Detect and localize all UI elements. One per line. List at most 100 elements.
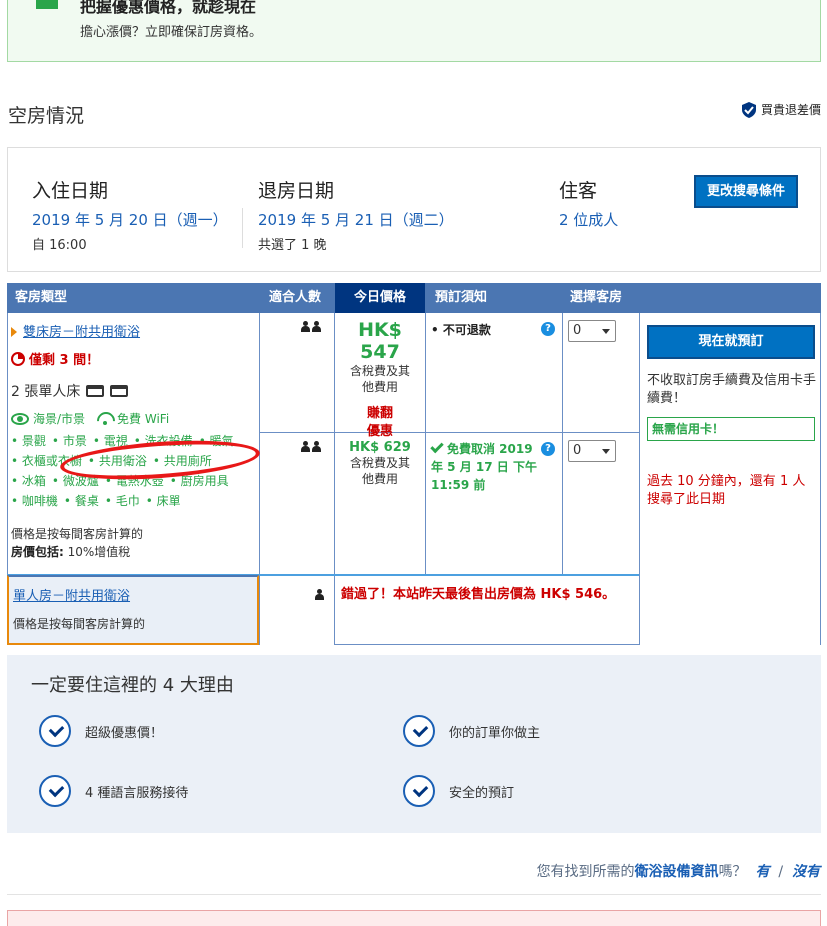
header-select-rooms: 選擇客房 [570, 290, 623, 305]
chevron-down-icon [602, 329, 610, 334]
option1-price: HK$ 547 [358, 319, 402, 363]
help-icon[interactable]: ? [541, 322, 555, 336]
check-circle-icon [39, 775, 71, 807]
feedback-topic: 衛浴設備資訊 [634, 864, 719, 880]
room2-name-link[interactable]: 單人房－附共用衛浴 [13, 585, 130, 604]
checkout-label: 退房日期 [258, 180, 335, 202]
wifi-icon [97, 412, 113, 426]
reasons-title: 一定要住這裡的 4 大理由 [31, 675, 234, 696]
includes-label: 房價包括: [11, 545, 64, 559]
bed-count: 2 張單人床 [11, 384, 81, 400]
check-circle-icon [403, 775, 435, 807]
check-circle-icon [39, 715, 71, 747]
option2-qty: 0 [573, 443, 582, 458]
capacity-icons [301, 321, 321, 332]
guests-value[interactable]: 2 位成人 [559, 209, 618, 230]
feedback-yes-link[interactable]: 有 [755, 864, 769, 880]
modify-search-button[interactable]: 更改搜尋條件 [694, 175, 798, 208]
checkin-date[interactable]: 2019 年 5 月 20 日（週一） [32, 209, 228, 230]
chevron-down-icon [602, 449, 610, 454]
amenity: 廚房用具 [170, 474, 229, 488]
option2-room-select[interactable]: 0 [568, 440, 616, 462]
checkin-label: 入住日期 [32, 180, 109, 202]
option2-policy: 免費取消 2019 年 5 月 17 日 下午11:59 前 [430, 439, 543, 494]
person-icon [312, 441, 321, 452]
amenity: 共用廁所 [153, 454, 212, 468]
expand-arrow-icon [11, 326, 17, 337]
table-header: 客房類型 適合人數 今日價格 預訂須知 選擇客房 [7, 283, 821, 313]
includes-value: 10%增值稅 [63, 545, 131, 559]
reason-item: 安全的預訂 [403, 775, 514, 807]
amenity: 餐桌 [64, 494, 99, 508]
availability-title: 空房情況 [8, 105, 85, 127]
amenity: 洗衣設備 [134, 434, 193, 448]
guests-label: 住客 [559, 180, 598, 202]
price-match-label: 買貴退差價 [760, 103, 821, 117]
pie-chart-icon [11, 351, 25, 366]
divider [7, 894, 821, 895]
option2-price: HK$ 629 [349, 440, 411, 455]
check-circle-icon [403, 715, 435, 747]
divider [242, 208, 243, 248]
room1-name-link[interactable]: 雙床房－附共用衛浴 [23, 325, 140, 340]
book-now-button[interactable]: 現在就預訂 [647, 325, 815, 359]
room2-calc-note: 價格是按每間客房計算的 [13, 617, 146, 631]
view-label: 海景/市景 [33, 412, 86, 426]
no-credit-card-badge: 無需信用卡！ [647, 417, 815, 441]
alert-banner [7, 910, 821, 926]
missed-price-message: 錯過了！本站昨天最後售出房價為 HK$ 546。 [341, 587, 616, 602]
amenity: 微波爐 [52, 474, 99, 488]
checkout-date[interactable]: 2019 年 5 月 21 日（週二） [258, 209, 454, 230]
scarcity-warning: 僅剩 3 間！ [11, 349, 99, 368]
amenity: 市景 [52, 434, 87, 448]
view-wifi-row: 海景/市景 免費 WiFi [11, 410, 169, 427]
capacity-icons [301, 441, 321, 452]
amenity: 床單 [146, 494, 181, 508]
option1-policy: • 不可退款 [431, 323, 491, 337]
reasons-panel: 一定要住這裡的 4 大理由 超級優惠價！ 你的訂單你做主 4 種語言服務接待 安… [7, 655, 821, 833]
lock-icon [36, 0, 58, 9]
option2-price-cell: HK$ 629 含稅費及其他費用 [335, 440, 425, 487]
option1-tax: 含稅費及其他費用 [349, 364, 410, 394]
amenity: 暖氣 [199, 434, 234, 448]
amenities-list: 景觀市景電視洗衣設備暖氣 衣櫃或衣櫥共用衛浴共用廁所 冰箱微波爐電熱水壺廚房用具… [11, 431, 259, 511]
option2-tax: 含稅費及其他費用 [349, 456, 410, 486]
header-room-type: 客房類型 [15, 290, 68, 305]
option1-room-select[interactable]: 0 [568, 320, 616, 342]
header-capacity: 適合人數 [269, 290, 322, 305]
nights-count: 共選了 1 晚 [258, 238, 327, 253]
eye-icon [11, 412, 29, 425]
room1-includes: 房價包括: 10%增值稅 [11, 543, 130, 560]
recent-search-note: 過去 10 分鐘內，還有 1 人搜尋了此日期 [647, 474, 806, 507]
amenity: 景觀 [11, 434, 46, 448]
price-match-badge[interactable]: 買貴退差價 [741, 101, 821, 118]
room2-cell: 單人房－附共用衛浴 價格是按每間客房計算的 [7, 575, 259, 645]
amenity: 電視 [93, 434, 128, 448]
checkin-block: 入住日期 2019 年 5 月 20 日（週一） 自 16:00 [32, 176, 228, 253]
checkin-time: 自 16:00 [32, 238, 87, 253]
no-fee-note: 不收取訂房手續費及信用卡手續費！ [647, 373, 817, 406]
feedback-no-link[interactable]: 沒有 [792, 864, 820, 880]
option1-price-cell: HK$ 547 含稅費及其他費用 賺翻優惠 [335, 319, 425, 441]
amenity: 咖啡機 [11, 494, 58, 508]
reason-item: 你的訂單你做主 [403, 715, 540, 747]
help-icon[interactable]: ? [541, 442, 555, 456]
header-today-price: 今日價格 [335, 283, 425, 313]
room1-calc-note: 價格是按每間客房計算的 [11, 527, 144, 541]
promo-banner: 把握優惠價格，就趁現在 擔心漲價？立即確保訂房資格。 [7, 0, 821, 62]
amenity: 衣櫃或衣櫥 [11, 454, 82, 468]
guests-block: 住客 2 位成人 [559, 176, 618, 230]
amenity: 冰箱 [11, 474, 46, 488]
capacity-icons [315, 585, 324, 604]
person-icon [301, 441, 310, 452]
deal-badge: 賺翻優惠 [366, 406, 393, 439]
shield-check-icon [741, 101, 756, 118]
search-summary: 入住日期 2019 年 5 月 20 日（週一） 自 16:00 退房日期 20… [7, 147, 821, 272]
promo-title: 把握優惠價格，就趁現在 [80, 0, 257, 16]
amenity: 毛巾 [105, 494, 140, 508]
reason-item: 超級優惠價！ [39, 715, 163, 747]
bed-icon [86, 385, 105, 397]
wifi-label: 免費 WiFi [117, 412, 170, 426]
bed-icon [110, 385, 129, 397]
promo-subtitle: 擔心漲價？立即確保訂房資格。 [80, 25, 263, 40]
